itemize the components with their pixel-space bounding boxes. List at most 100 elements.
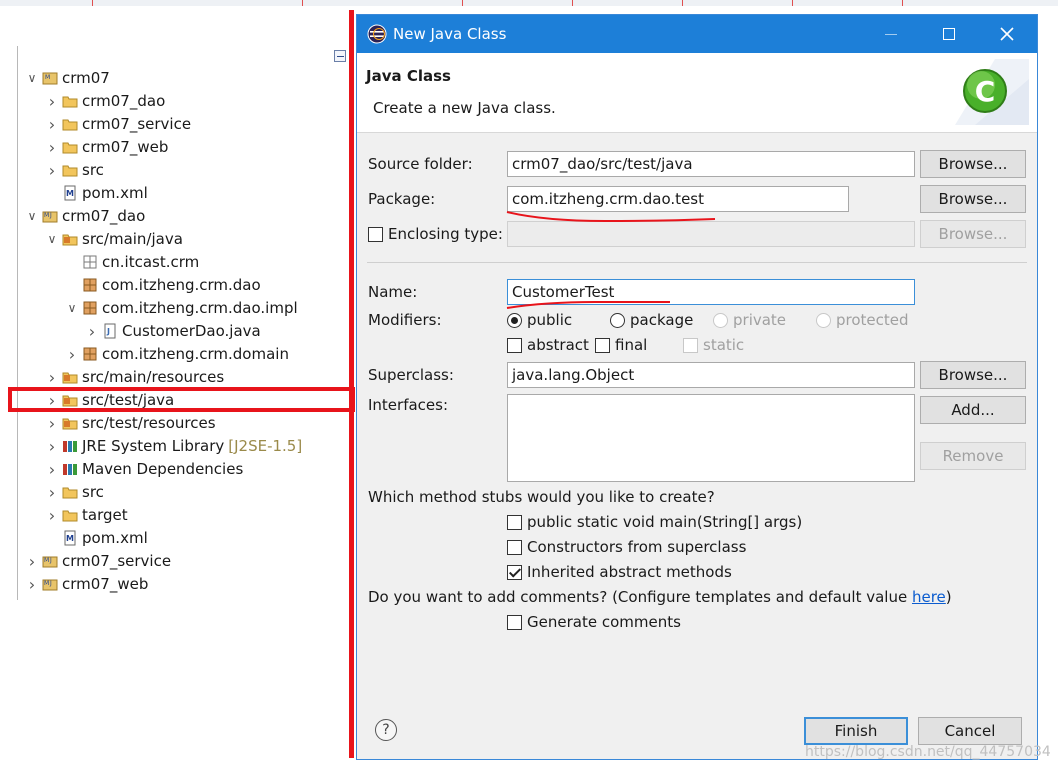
generate-comments-label: Generate comments <box>527 613 681 631</box>
method-stubs-question: Which method stubs would you like to cre… <box>368 488 715 506</box>
tree-item-label: com.itzheng.crm.domain <box>102 345 289 363</box>
tree-item[interactable]: › J CustomerDao.java <box>84 320 261 342</box>
chevron-right-icon[interactable]: › <box>44 460 60 479</box>
tree-item[interactable]: › src <box>44 159 104 181</box>
interfaces-add-button[interactable]: Add... <box>920 396 1026 424</box>
ruler-tick <box>902 0 903 6</box>
chevron-right-icon[interactable]: › <box>24 552 40 571</box>
chevron-right-icon[interactable]: › <box>84 322 100 341</box>
chevron-right-icon[interactable]: › <box>44 161 60 180</box>
eclipse-icon <box>367 24 387 44</box>
maven-file-icon: M <box>62 185 78 201</box>
svg-text:J: J <box>49 580 52 587</box>
new-java-class-dialog: New Java Class Java Class Create a new J… <box>356 14 1038 760</box>
radio-button[interactable] <box>507 312 522 328</box>
tree-item-label: src/main/java <box>82 230 183 248</box>
checkbox[interactable] <box>507 337 522 353</box>
ruler-tick <box>92 0 93 6</box>
name-input[interactable]: CustomerTest <box>507 279 915 305</box>
package-icon <box>82 300 98 316</box>
modifier-abstract-label: abstract <box>527 336 589 354</box>
chevron-right-icon[interactable]: › <box>44 92 60 111</box>
finish-button[interactable]: Finish <box>804 717 908 745</box>
tree-item[interactable]: Mpom.xml <box>44 527 148 549</box>
chevron-right-icon[interactable]: › <box>44 506 60 525</box>
chevron-right-icon[interactable]: › <box>44 368 60 387</box>
checkbox[interactable] <box>507 614 522 630</box>
cancel-button[interactable]: Cancel <box>918 717 1022 745</box>
ruler-tick <box>302 0 303 6</box>
help-icon[interactable]: ? <box>375 719 397 741</box>
chevron-right-icon[interactable]: › <box>44 437 60 456</box>
tree-item-label: pom.xml <box>82 184 148 202</box>
package-input[interactable]: com.itzheng.crm.dao.test <box>507 186 849 212</box>
package-browse-button[interactable]: Browse... <box>920 185 1026 213</box>
modifier-protected-label: protected <box>836 311 909 329</box>
tree-item[interactable]: › src <box>44 481 104 503</box>
checkbox[interactable] <box>507 539 522 555</box>
radio-button[interactable] <box>610 312 625 328</box>
modifier-public-radio[interactable]: public <box>507 311 572 329</box>
tree-item[interactable]: › JRE System Library [J2SE-1.5] <box>44 435 302 457</box>
checkbox[interactable] <box>595 337 610 353</box>
modifier-abstract-checkbox[interactable]: abstract <box>507 336 589 354</box>
tree-item[interactable]: › crm07_web <box>44 136 169 158</box>
tree-item[interactable]: ∨ Mcrm07 <box>24 67 110 89</box>
generate-comments-checkbox[interactable]: Generate comments <box>507 613 681 631</box>
modifier-final-checkbox[interactable]: final <box>595 336 647 354</box>
chevron-right-icon[interactable]: › <box>64 345 80 364</box>
chevron-down-icon[interactable]: ∨ <box>24 70 40 86</box>
chevron-right-icon[interactable]: › <box>24 575 40 594</box>
tree-item[interactable]: › target <box>44 504 128 526</box>
tree-item[interactable]: › crm07_service <box>44 113 191 135</box>
chevron-down-icon[interactable]: ∨ <box>44 231 60 247</box>
chevron-down-icon[interactable]: ∨ <box>24 208 40 224</box>
maximize-button[interactable] <box>920 15 978 53</box>
chevron-right-icon[interactable]: › <box>44 483 60 502</box>
tree-item[interactable]: › crm07_dao <box>44 90 165 112</box>
wizard-description: Create a new Java class. <box>373 99 556 117</box>
tree-item[interactable]: › src/test/resources <box>44 412 216 434</box>
tree-item[interactable]: com.itzheng.crm.dao <box>64 274 261 296</box>
chevron-right-icon[interactable]: › <box>44 414 60 433</box>
tree-item-label: src <box>82 161 104 179</box>
interfaces-list[interactable] <box>507 394 915 482</box>
tree-item[interactable]: › Maven Dependencies <box>44 458 243 480</box>
stub-inherited-checkbox[interactable]: Inherited abstract methods <box>507 563 732 581</box>
tree-item[interactable]: ∨ M Jcrm07_dao <box>24 205 146 227</box>
chevron-down-icon[interactable]: ∨ <box>64 300 80 316</box>
tree-item[interactable]: ∨ src/main/java <box>44 228 183 250</box>
selection-annotation-box <box>8 387 355 412</box>
tree-item[interactable]: › src/main/resources <box>44 366 224 388</box>
tree-item[interactable]: › com.itzheng.crm.domain <box>64 343 289 365</box>
chevron-right-icon[interactable]: › <box>44 115 60 134</box>
enclosing-type-checkbox[interactable]: Enclosing type: <box>368 225 503 243</box>
close-button[interactable] <box>978 15 1036 53</box>
source-folder-browse-button[interactable]: Browse... <box>920 150 1026 178</box>
chevron-right-icon[interactable]: › <box>44 138 60 157</box>
superclass-browse-button[interactable]: Browse... <box>920 361 1026 389</box>
modifier-package-radio[interactable]: package <box>610 311 693 329</box>
modifier-static-checkbox: static <box>683 336 744 354</box>
source-folder-input[interactable]: crm07_dao/src/test/java <box>507 151 915 177</box>
tree-item-label: JRE System Library <box>82 437 225 455</box>
enclosing-type-check[interactable] <box>368 226 383 242</box>
dialog-titlebar[interactable]: New Java Class <box>357 15 1037 53</box>
tree-item[interactable]: Mpom.xml <box>44 182 148 204</box>
superclass-input[interactable]: java.lang.Object <box>507 362 915 388</box>
minimize-button[interactable] <box>862 15 920 53</box>
stub-main-checkbox[interactable]: public static void main(String[] args) <box>507 513 802 531</box>
tree-item[interactable]: › M Jcrm07_service <box>24 550 171 572</box>
tree-item[interactable]: ∨ com.itzheng.crm.dao.impl <box>64 297 298 319</box>
tree-item[interactable]: › M Jcrm07_web <box>24 573 149 595</box>
interfaces-label: Interfaces: <box>368 396 449 414</box>
tree-item[interactable]: cn.itcast.crm <box>64 251 199 273</box>
stub-constructors-checkbox[interactable]: Constructors from superclass <box>507 538 746 556</box>
tree-item-label: Maven Dependencies <box>82 460 244 478</box>
folder-icon <box>62 162 78 178</box>
checkbox[interactable] <box>507 564 522 580</box>
checkbox[interactable] <box>507 514 522 530</box>
configure-templates-link[interactable]: here <box>912 588 946 606</box>
collapse-all-icon[interactable] <box>334 50 346 62</box>
